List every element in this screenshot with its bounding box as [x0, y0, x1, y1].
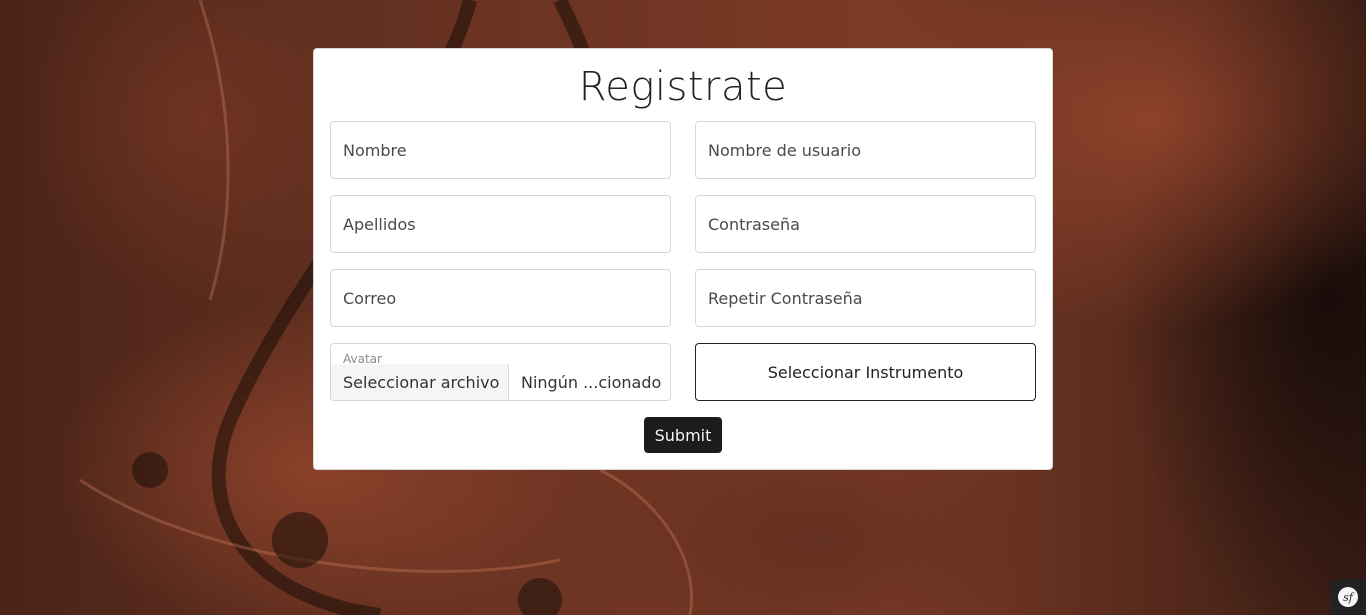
register-card	[313, 48, 1053, 470]
password-field[interactable]	[695, 195, 1036, 253]
page-title: Registrate	[578, 64, 788, 110]
repeat-password-input[interactable]	[708, 288, 1035, 308]
select-file-button[interactable]: Seleccionar archivo	[331, 364, 509, 400]
username-field[interactable]	[695, 121, 1036, 179]
password-input[interactable]	[708, 214, 1035, 234]
select-instrument-button[interactable]: Seleccionar Instrumento	[695, 343, 1036, 401]
submit-button[interactable]: Submit	[644, 417, 722, 453]
repeat-password-field[interactable]	[695, 269, 1036, 327]
avatar-file-field[interactable]: Avatar Seleccionar archivo Ningún ...cio…	[330, 343, 671, 401]
correo-field[interactable]	[330, 269, 671, 327]
username-input[interactable]	[708, 140, 1035, 160]
symfony-toolbar-toggle[interactable]: sf	[1330, 579, 1366, 615]
nombre-input[interactable]	[343, 140, 670, 160]
apellidos-input[interactable]	[343, 214, 670, 234]
nombre-field[interactable]	[330, 121, 671, 179]
symfony-icon: sf	[1338, 587, 1358, 607]
selected-file-name: Ningún ...cionado	[521, 372, 662, 392]
correo-input[interactable]	[343, 288, 670, 308]
apellidos-field[interactable]	[330, 195, 671, 253]
